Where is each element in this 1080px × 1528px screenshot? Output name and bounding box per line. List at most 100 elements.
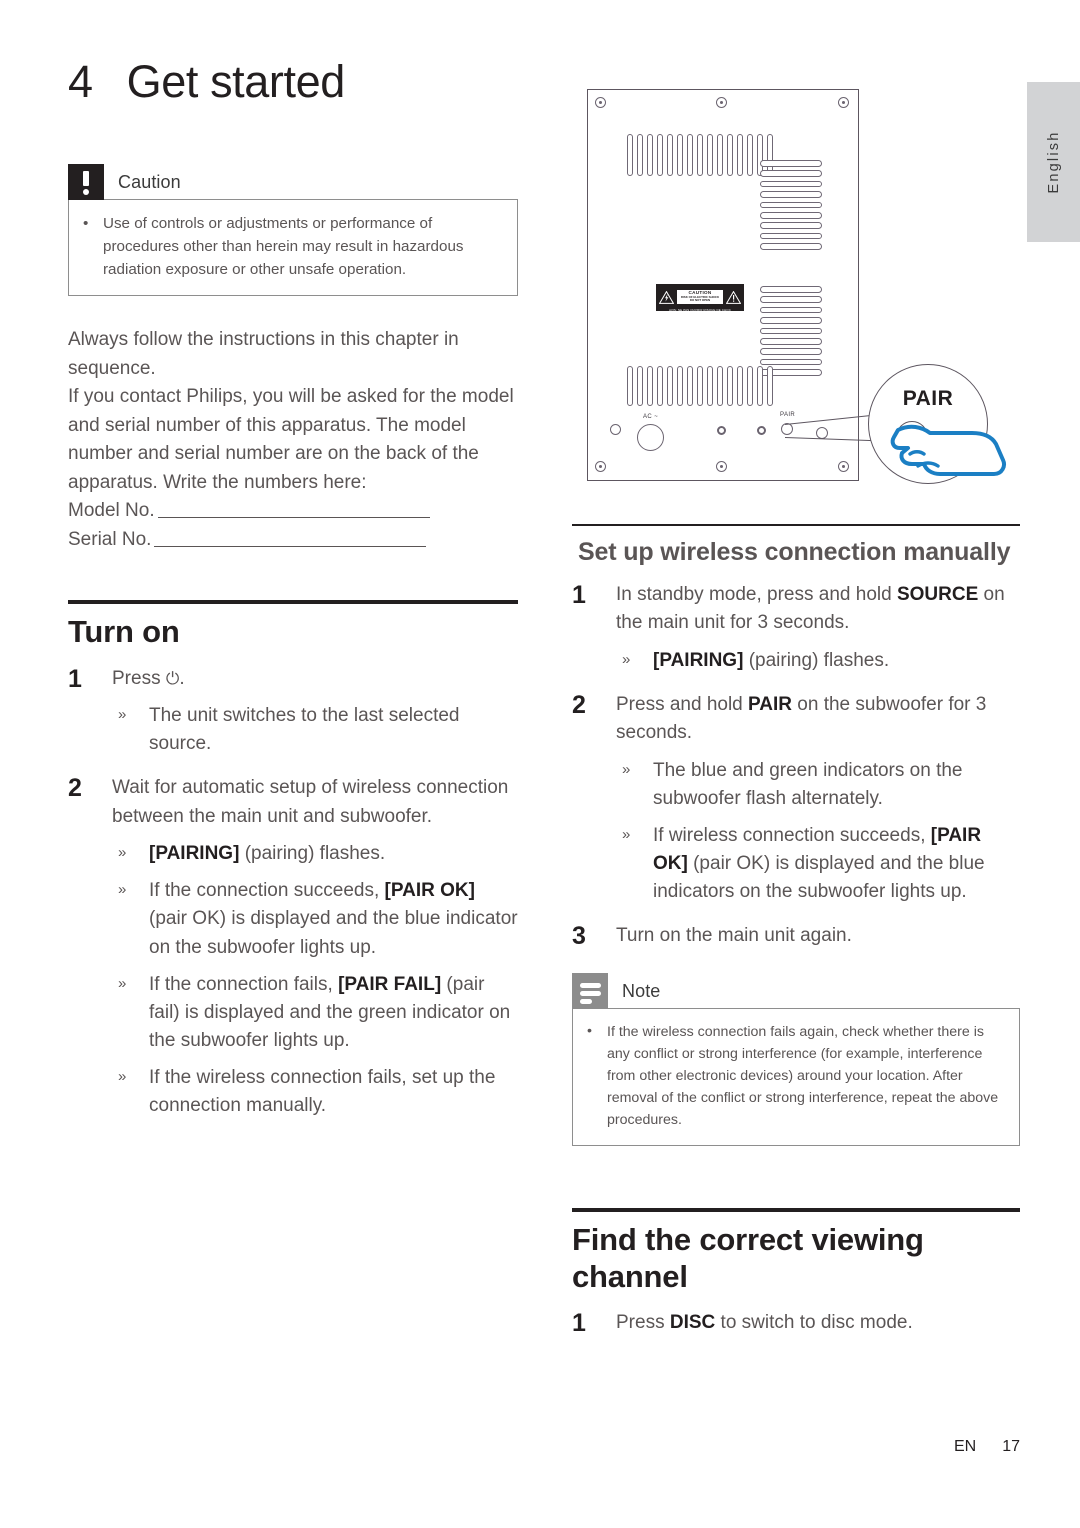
caution-callout: Caution • Use of controls or adjustments…: [68, 164, 518, 297]
sub-item-bold: [PAIR FAIL]: [338, 973, 442, 995]
step-sub-list: » The blue and green indicators on the s…: [616, 757, 1020, 907]
step-number: 2: [68, 774, 82, 803]
manual-page: English 4 Get started Caution • Use of c…: [0, 0, 1080, 1528]
sub-item-text: The blue and green indicators on the sub…: [653, 759, 963, 809]
sub-marker-icon: »: [622, 760, 631, 778]
step-text-after: .: [179, 667, 185, 689]
ac-inlet-icon: [637, 424, 664, 451]
sub-marker-icon: »: [118, 1068, 127, 1086]
sub-marker-icon: »: [118, 706, 127, 724]
step-text-before: Press: [112, 667, 166, 689]
model-no-label: Model No.: [68, 500, 155, 522]
manual-setup-heading: Set up wireless connection manually: [578, 537, 1011, 566]
manual-setup-steps: 1 In standby mode, press and hold SOURCE…: [572, 581, 1020, 952]
language-tab-label: English: [1045, 130, 1062, 194]
indicator-hole-icon: [717, 426, 726, 435]
sub-item-rest: (pair OK) is displayed and the blue indi…: [149, 908, 518, 958]
screw-icon: [595, 461, 606, 472]
sub-item-text: If wireless connection succeeds, [PAIR O…: [653, 822, 1020, 906]
sub-marker-icon: »: [118, 881, 127, 899]
vent-slots-right-upper: [760, 160, 822, 250]
step-text-bold: DISC: [669, 1311, 716, 1333]
viewing-channel-steps: 1 Press DISC to switch to disc mode.: [572, 1309, 1020, 1338]
page-footer: EN 17: [0, 1438, 1020, 1456]
step-text-pre: In standby mode, press and hold: [616, 583, 897, 605]
step-text-bold: SOURCE: [896, 583, 979, 605]
sub-item: » If wireless connection succeeds, [PAIR…: [616, 822, 1020, 906]
sub-item-text: [PAIRING] (pairing) flashes.: [149, 840, 385, 868]
sub-item-bold: [PAIRING]: [653, 649, 744, 671]
sub-marker-icon: »: [118, 974, 127, 992]
step-number: 1: [572, 580, 586, 609]
step-sub-list: » [PAIRING] (pairing) flashes. » If the …: [112, 840, 518, 1120]
note-body: • If the wireless connection fails again…: [572, 1008, 1020, 1147]
step-text-pre: Press and hold: [616, 693, 749, 715]
manual-setup-rule: [572, 524, 1020, 526]
screw-icon: [716, 461, 727, 472]
turn-on-steps: 1 Press ⏻. » The unit switches to the la…: [68, 665, 518, 1121]
caution-rating-label: CAUTION RISK OF ELECTRIC SHOCK DO NOT OP…: [656, 284, 744, 316]
power-icon: ⏻: [165, 668, 180, 688]
sub-item-text: If the connection fails, [PAIR FAIL] (pa…: [149, 971, 518, 1055]
screw-icon: [595, 97, 606, 108]
rear-panel-body: CAUTION RISK OF ELECTRIC SHOCK DO NOT OP…: [587, 89, 859, 481]
bullet-icon: •: [83, 215, 89, 232]
turn-on-heading: Turn on: [68, 614, 180, 650]
sub-item-rest: (pairing) flashes.: [743, 649, 890, 671]
serial-no-line: Serial No.: [68, 526, 518, 555]
sub-item-pre: If the connection succeeds,: [149, 880, 385, 902]
intro-paragraph-2: If you contact Philips, you will be aske…: [68, 386, 514, 493]
sub-item: » If the wireless connection fails, set …: [112, 1064, 518, 1120]
step-text: Press DISC to switch to disc mode.: [616, 1309, 1020, 1338]
language-tab: English: [1027, 82, 1080, 242]
viewing-channel-rule: [572, 1208, 1020, 1213]
sub-item-bold: [PAIR OK]: [384, 880, 475, 902]
step-item: 3 Turn on the main unit again.: [572, 922, 1020, 951]
pointing-hand-icon: [888, 404, 1008, 501]
viewing-channel-heading: Find the correct viewing channel: [572, 1222, 924, 1294]
ac-inlet-label: AC ~: [643, 414, 659, 420]
caution-body: • Use of controls or adjustments or perf…: [68, 199, 518, 297]
step-number: 3: [572, 922, 586, 951]
step-text: Wait for automatic setup of wireless con…: [112, 774, 518, 1120]
warning-triangle-icon: [726, 290, 741, 304]
pair-button-label: PAIR: [780, 412, 796, 418]
step-item: 1 Press ⏻. » The unit switches to the la…: [68, 665, 518, 759]
vent-slots-right-lower: [760, 286, 822, 376]
step-text-bold: PAIR: [748, 693, 793, 715]
intro-paragraph-1: Always follow the instructions in this c…: [68, 329, 459, 379]
serial-no-blank[interactable]: [154, 545, 427, 547]
sub-marker-icon: »: [622, 650, 631, 668]
step-text: Press ⏻. » The unit switches to the last…: [112, 665, 518, 759]
vent-slots-upper: [627, 134, 774, 176]
model-no-line: Model No.: [68, 497, 518, 526]
caution-callout-header: Caution: [68, 164, 518, 200]
note-item-text: If the wireless connection fails again, …: [607, 1024, 999, 1129]
chapter-title: 4 Get started: [68, 56, 518, 108]
step-sub-list: » The unit switches to the last selected…: [112, 702, 518, 758]
sub-item-text: If the wireless connection fails, set up…: [149, 1067, 496, 1117]
sub-item: » If the connection fails, [PAIR FAIL] (…: [112, 971, 518, 1055]
serial-no-label: Serial No.: [68, 528, 152, 550]
screw-icon: [716, 97, 727, 108]
step-text-before: Wait for automatic setup of wireless con…: [112, 777, 509, 827]
step-number: 1: [68, 664, 82, 693]
step-sub-list: » [PAIRING] (pairing) flashes.: [616, 647, 1020, 675]
turn-on-rule: [68, 600, 518, 605]
caution-label-line3: AVIS: NE PAS OUVRIR RISQUE DE CHOC ELECT…: [669, 308, 731, 316]
step-text: In standby mode, press and hold SOURCE o…: [616, 581, 1020, 675]
screw-hole-icon: [610, 424, 621, 435]
step-number: 2: [572, 690, 586, 719]
model-no-blank[interactable]: [157, 517, 430, 519]
right-column: Set up wireless connection manually 1 In…: [572, 524, 1020, 1338]
screw-icon: [838, 97, 849, 108]
subwoofer-rear-panel-diagram: CAUTION RISK OF ELECTRIC SHOCK DO NOT OP…: [572, 86, 1020, 496]
sub-item: » [PAIRING] (pairing) flashes.: [112, 840, 518, 868]
sub-item-pre: If wireless connection succeeds,: [653, 824, 931, 846]
indicator-hole-icon: [757, 426, 766, 435]
caution-label-center: CAUTION RISK OF ELECTRIC SHOCK DO NOT OP…: [677, 290, 723, 304]
sub-item-text: If the connection succeeds, [PAIR OK] (p…: [149, 877, 518, 961]
footer-locale: EN: [953, 1438, 977, 1455]
sub-item-text: The unit switches to the last selected s…: [149, 705, 460, 755]
left-column: 4 Get started Caution • Use of controls …: [68, 56, 518, 1120]
